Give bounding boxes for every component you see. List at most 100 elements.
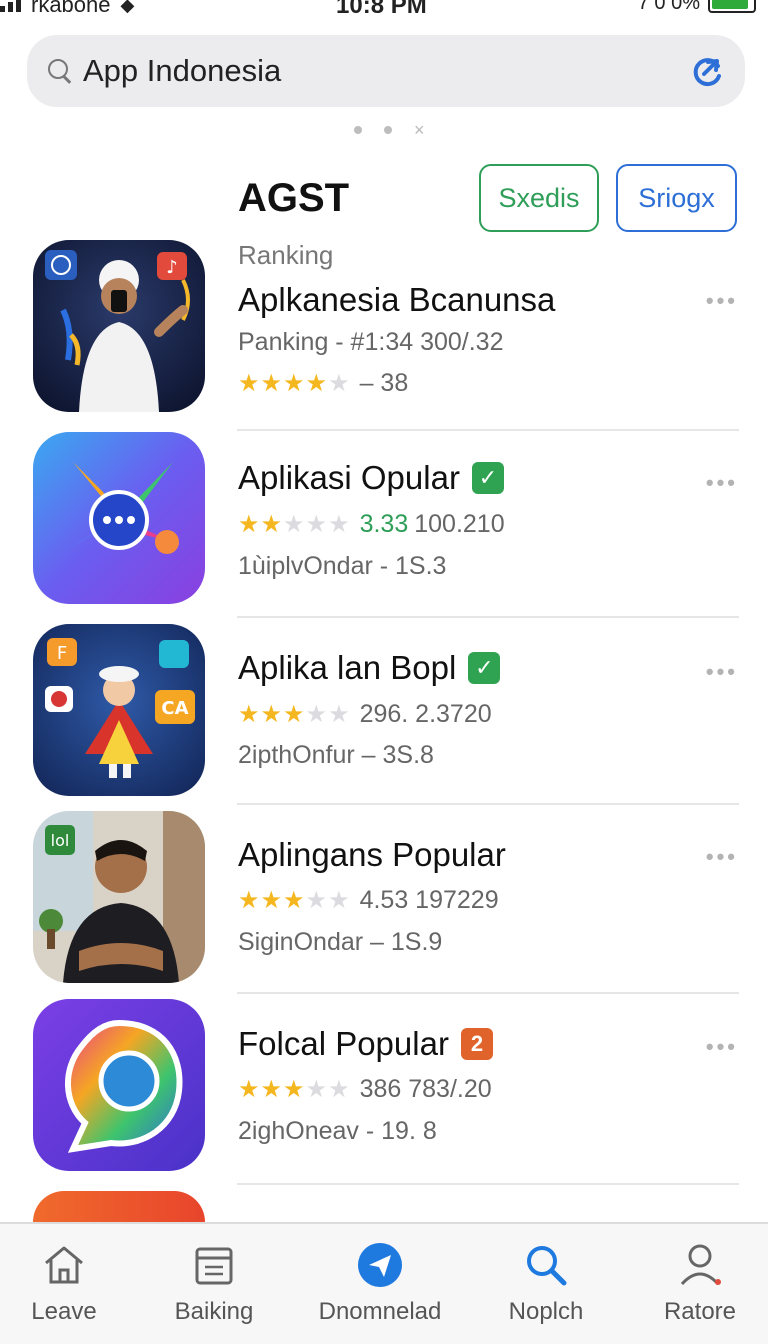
star-filled-icon: ★ [238, 370, 260, 397]
app-name[interactable]: Folcal Popular 2 [238, 1025, 493, 1063]
app-name[interactable]: Aplkanesia Bcanunsa [238, 281, 555, 319]
svg-text:lol: lol [51, 831, 70, 850]
more-options-icon[interactable]: ••• [706, 844, 738, 870]
section-title: AGST [238, 176, 350, 220]
star-empty-icon: ★ [328, 1076, 350, 1103]
app-name[interactable]: Aplingans Popular [238, 836, 506, 874]
app-name[interactable]: Aplika lan Bopl ✓ [238, 649, 501, 687]
tab-ratore[interactable]: Ratore [630, 1240, 768, 1326]
star-filled-icon: ★ [283, 887, 305, 914]
rating-count: 100.210 [414, 510, 505, 538]
star-filled-icon: ★ [283, 701, 305, 728]
star-rating: ★ ★ ★ ★ ★ [238, 1075, 350, 1104]
star-filled-icon: ★ [260, 511, 283, 538]
app-meta: SiginOndar – 1S.9 [238, 928, 443, 956]
rating-count: 386 783/.20 [359, 1075, 492, 1103]
star-filled-icon: ★ [238, 887, 260, 914]
tab-label: Noplch [508, 1298, 584, 1325]
verified-badge-icon: ✓ [468, 652, 501, 684]
app-icon-person[interactable]: ♪ [33, 240, 205, 412]
profile-icon [630, 1240, 768, 1290]
home-icon [0, 1240, 134, 1290]
app-icon-swirl[interactable] [33, 999, 205, 1171]
more-options-icon[interactable]: ••• [706, 470, 738, 496]
search-icon [47, 58, 73, 84]
rating-count: 4.53 197229 [359, 886, 499, 914]
app-rating-row: ★ ★ ★ ★ ★ 386 783/.20 [238, 1075, 492, 1104]
star-filled-icon: ★ [260, 1076, 283, 1103]
app-meta: Panking - #1:34 300/.32 [238, 328, 504, 356]
star-filled-icon: ★ [260, 887, 283, 914]
more-options-icon[interactable]: ••• [706, 659, 738, 685]
star-empty-icon: ★ [328, 701, 350, 728]
svg-text:CA: CA [161, 698, 188, 719]
star-empty-icon: ★ [305, 511, 328, 538]
divider [237, 992, 739, 994]
app-name-text: Aplika lan Bopl [238, 649, 457, 686]
svg-text:F: F [57, 643, 67, 664]
more-options-icon[interactable]: ••• [706, 1034, 738, 1060]
app-name-text: Folcal Popular [238, 1025, 449, 1062]
tab-baiking[interactable]: Baiking [144, 1240, 284, 1326]
search-input[interactable]: App Indonesia [83, 53, 691, 89]
tab-label: Dnomnelad [318, 1298, 442, 1325]
tab-label: Ratore [663, 1298, 737, 1325]
battery-label: 7 0 0% [637, 0, 700, 14]
calendar-icon [144, 1240, 284, 1290]
app-name-text: Aplingans Popular [238, 836, 506, 873]
star-rating: ★ ★ ★ ★ ★ [238, 369, 350, 398]
tab-bar: Leave Baiking Dnomnelad Noplch Ratore [0, 1222, 768, 1344]
battery-icon [708, 0, 756, 13]
ranking-label: Ranking [238, 240, 334, 270]
send-icon [310, 1240, 450, 1290]
star-filled-icon: ★ [260, 701, 283, 728]
app-rating-row: ★ ★ ★ ★ ★ 4.53 197229 [238, 886, 499, 915]
more-options-icon[interactable]: ••• [706, 288, 738, 314]
search-bar[interactable]: App Indonesia [27, 35, 745, 107]
divider [237, 1183, 739, 1185]
star-filled-icon: ★ [283, 370, 305, 397]
tab-dnomnelad[interactable]: Dnomnelad [310, 1240, 450, 1326]
tab-label: Baiking [174, 1298, 254, 1325]
rating-extra: – 38 [359, 369, 409, 397]
verified-badge-icon: ✓ [471, 462, 504, 494]
refresh-icon[interactable] [691, 54, 725, 88]
app-rating-row: ★ ★ ★ ★ ★ 3.33 100.210 [238, 510, 505, 539]
status-bar: rkabone ◆ 10:8 PM 7 0 0% [0, 0, 768, 19]
rank-badge-icon: 2 [460, 1028, 493, 1060]
star-empty-icon: ★ [328, 370, 350, 397]
page-indicator: × [354, 121, 425, 139]
app-icon-photo[interactable]: lol [33, 811, 205, 983]
divider [237, 429, 739, 431]
signal-icon [0, 0, 21, 12]
sriogx-button[interactable]: Sriogx [616, 164, 737, 232]
star-rating: ★ ★ ★ ★ ★ [238, 510, 350, 539]
app-meta: 1ùiplvOndar - 1S.3 [238, 552, 447, 580]
star-rating: ★ ★ ★ ★ ★ [238, 886, 350, 915]
star-filled-icon: ★ [238, 1076, 260, 1103]
star-rating: ★ ★ ★ ★ ★ [238, 700, 350, 729]
page-dot [384, 126, 392, 134]
app-icon-character[interactable]: F CA [33, 624, 205, 796]
app-icon-chat[interactable] [33, 432, 205, 604]
status-right: 7 0 0% [638, 0, 756, 15]
sxedis-button[interactable]: Sxedis [479, 164, 599, 232]
app-rating-row: ★ ★ ★ ★ ★ – 38 [238, 369, 408, 398]
tab-leave[interactable]: Leave [0, 1240, 134, 1326]
app-name-text: Aplkanesia Bcanunsa [238, 281, 556, 318]
star-empty-icon: ★ [305, 701, 328, 728]
star-filled-icon: ★ [283, 1076, 305, 1103]
close-icon[interactable]: × [414, 121, 425, 139]
star-empty-icon: ★ [328, 511, 350, 538]
star-filled-icon: ★ [238, 701, 260, 728]
wifi-icon: ◆ [120, 0, 135, 15]
star-empty-icon: ★ [328, 887, 350, 914]
tab-noplch[interactable]: Noplch [476, 1240, 616, 1326]
app-name[interactable]: Aplikasi Opular ✓ [238, 459, 504, 497]
app-meta: 2ighOneav - 19. 8 [238, 1117, 437, 1145]
star-filled-icon: ★ [238, 511, 260, 538]
app-name-text: Aplikasi Opular [238, 459, 460, 496]
app-icon-partial[interactable] [33, 1191, 205, 1222]
star-filled-icon: ★ [305, 370, 328, 397]
divider [237, 616, 739, 618]
